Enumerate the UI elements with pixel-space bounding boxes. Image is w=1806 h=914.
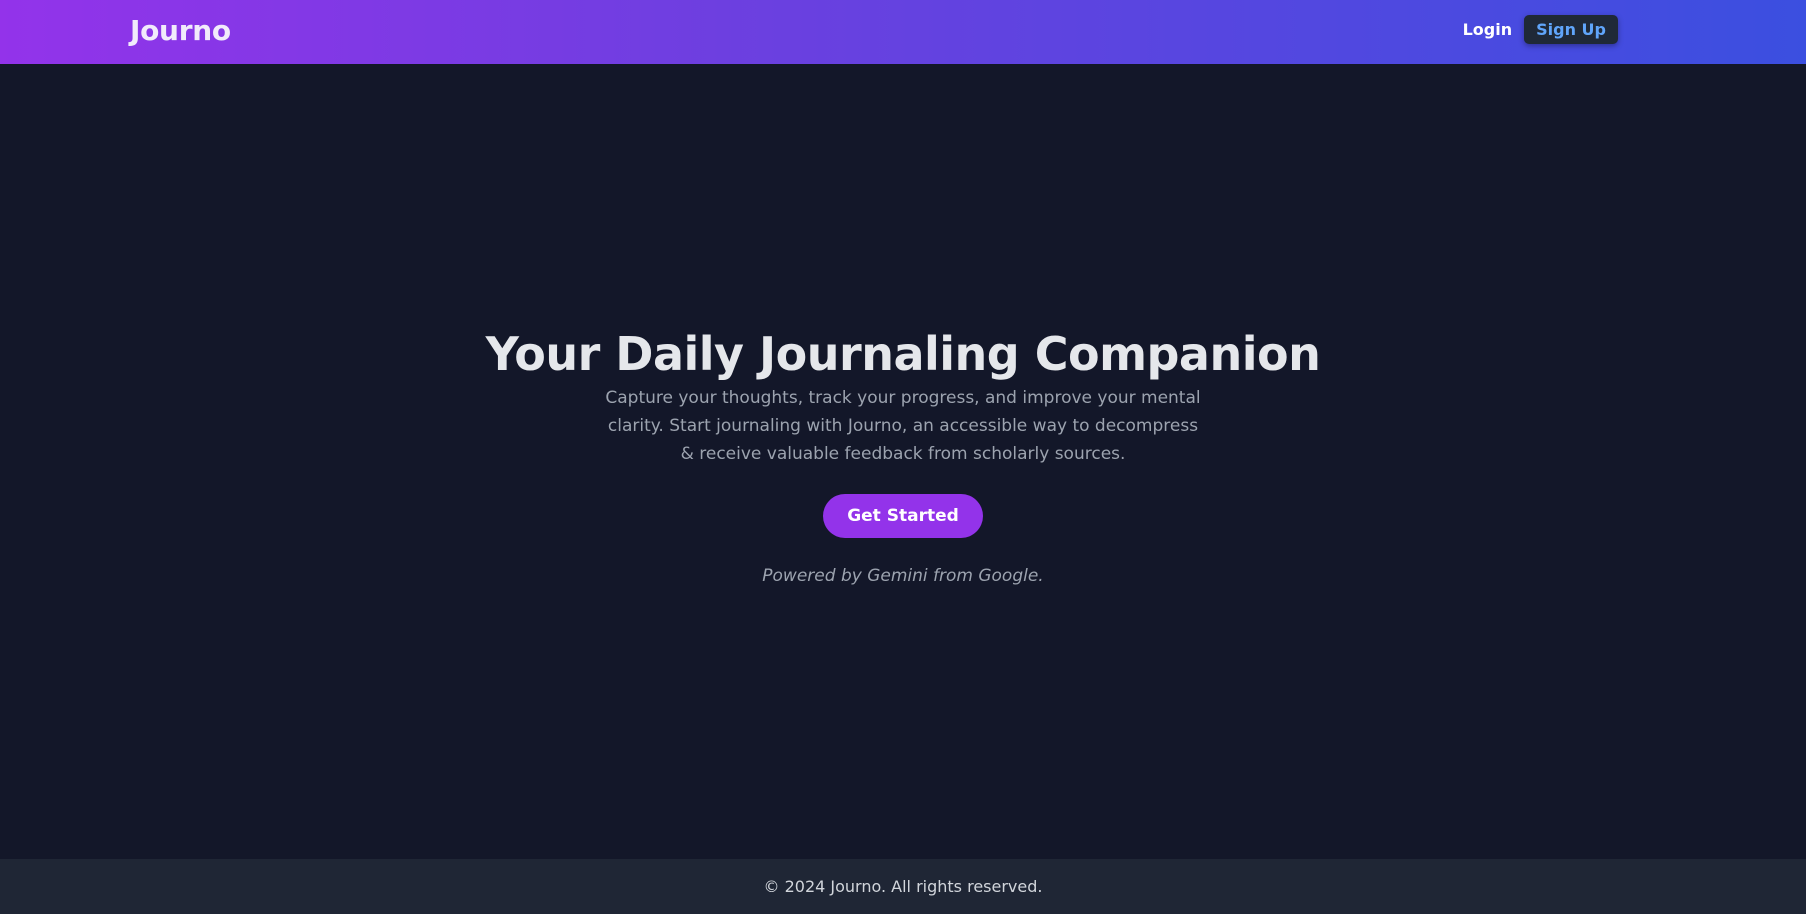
hero-description: Capture your thoughts, track your progre…	[605, 387, 1201, 464]
powered-by-text: Powered by Gemini from Google.	[762, 565, 1044, 586]
navbar: Journo Login Sign Up	[0, 0, 1806, 64]
login-link[interactable]: Login	[1463, 16, 1513, 43]
hero-section: Your Daily Journaling Companion Capture …	[0, 64, 1806, 859]
footer: © 2024 Journo. All rights reserved.	[0, 859, 1806, 914]
signup-button[interactable]: Sign Up	[1524, 15, 1618, 44]
get-started-button[interactable]: Get Started	[823, 493, 983, 538]
brand-logo[interactable]: Journo	[130, 14, 231, 47]
hero-title: Your Daily Journaling Companion	[485, 326, 1321, 381]
footer-copyright: © 2024 Journo. All rights reserved.	[763, 877, 1043, 896]
page: Journo Login Sign Up Your Daily Journali…	[0, 0, 1806, 914]
nav-actions: Login Sign Up	[1463, 15, 1618, 44]
